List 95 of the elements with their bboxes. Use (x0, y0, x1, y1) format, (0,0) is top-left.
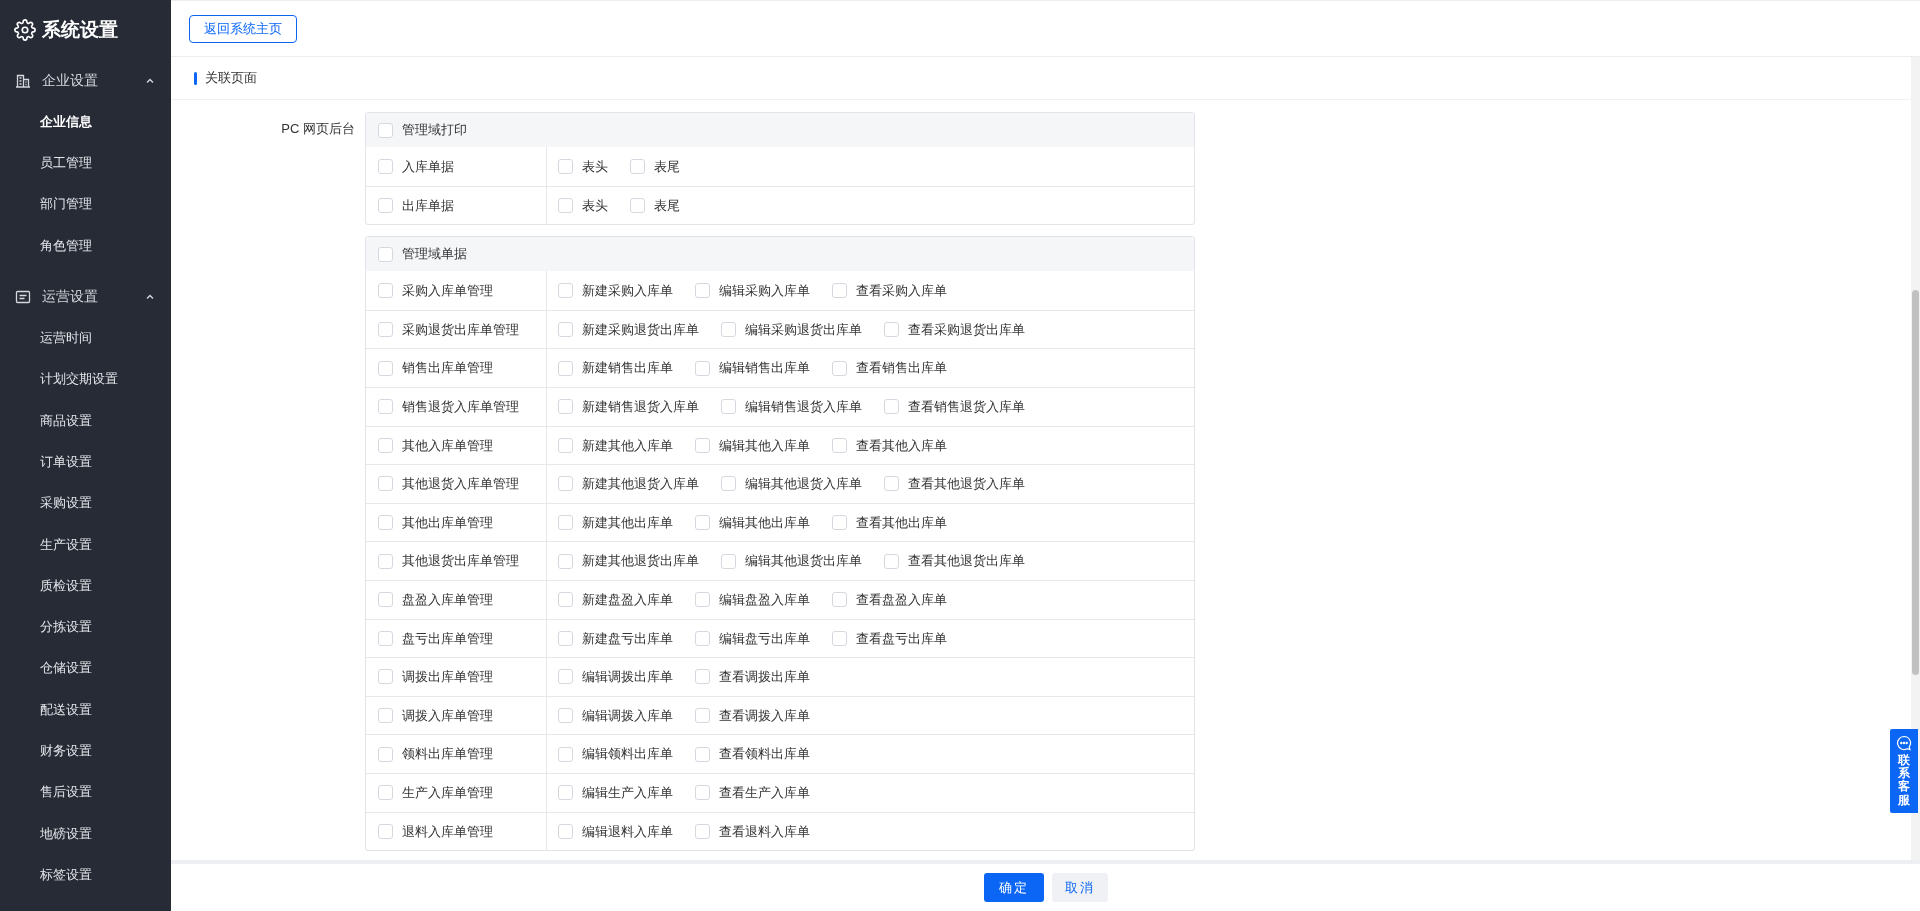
confirm-button[interactable]: 确定 (983, 873, 1044, 902)
checkbox[interactable]: 其他退货出库单管理 (378, 551, 519, 571)
checkbox[interactable]: 盘盈入库单管理 (378, 590, 493, 610)
checkbox[interactable]: 新建其他入库单 (558, 435, 673, 456)
chat-icon (1896, 735, 1912, 751)
form-icon (15, 288, 31, 305)
checkbox[interactable]: 查看调拨入库单 (695, 705, 810, 726)
cancel-button[interactable]: 取消 (1051, 873, 1108, 902)
checkbox[interactable]: 查看盘盈入库单 (832, 590, 947, 610)
settings-icon (14, 19, 36, 41)
sidebar-item[interactable]: 角色管理 (0, 224, 171, 267)
sidebar-item[interactable]: 运营时间 (0, 317, 171, 359)
checkbox[interactable]: 编辑其他出库单 (695, 512, 810, 533)
checkbox[interactable]: 编辑其他退货入库单 (721, 474, 862, 494)
sidebar-item[interactable]: 售后设置 (0, 771, 171, 813)
scrollbar-thumb[interactable] (1912, 290, 1919, 675)
sidebar-group[interactable]: 运营设置 (0, 276, 171, 318)
sidebar-item[interactable]: 标签设置 (0, 854, 171, 896)
checkbox[interactable]: 新建采购退货出库单 (558, 319, 699, 340)
sidebar-item[interactable]: 质检设置 (0, 564, 171, 607)
sidebar-item[interactable]: 订单设置 (0, 441, 171, 483)
sidebar-item[interactable]: 配送设置 (0, 688, 171, 731)
sidebar-item[interactable]: 地磅设置 (0, 812, 171, 855)
checkbox[interactable]: 编辑销售出库单 (695, 358, 810, 378)
checkbox[interactable]: 出库单据 (378, 195, 454, 216)
checkbox[interactable]: 查看其他退货出库单 (884, 551, 1025, 571)
field-label: PC 网页后台 (281, 120, 355, 138)
checkbox[interactable]: 查看其他入库单 (832, 435, 947, 456)
sidebar-item[interactable]: 分拣设置 (0, 606, 171, 648)
checkbox[interactable]: 编辑采购入库单 (695, 280, 810, 301)
checkbox[interactable]: 新建销售退货入库单 (558, 397, 699, 417)
checkbox[interactable]: 退料入库单管理 (378, 821, 493, 842)
checkbox[interactable]: 表尾 (630, 156, 680, 177)
checkbox[interactable]: 采购退货出库单管理 (378, 319, 519, 340)
checkbox[interactable]: 新建其他退货出库单 (558, 551, 699, 571)
sidebar-item[interactable]: 采购设置 (0, 482, 171, 524)
checkbox[interactable]: 领料出库单管理 (378, 744, 493, 764)
checkbox[interactable]: 新建其他出库单 (558, 512, 673, 533)
checkbox[interactable]: 其他出库单管理 (378, 512, 493, 533)
checkbox[interactable]: 其他退货入库单管理 (378, 474, 519, 494)
checkbox[interactable]: 查看盘亏出库单 (832, 628, 947, 649)
checkbox[interactable]: 管理域单据 (378, 244, 467, 264)
checkbox[interactable]: 表尾 (630, 195, 680, 216)
sidebar-item[interactable]: 企业信息 (0, 101, 171, 143)
back-button[interactable]: 返回系统主页 (189, 14, 297, 43)
checkbox[interactable]: 生产入库单管理 (378, 782, 493, 803)
checkbox[interactable]: 查看调拨出库单 (695, 667, 810, 687)
checkbox[interactable]: 编辑调拨出库单 (558, 667, 673, 687)
sidebar-item[interactable]: 员工管理 (0, 142, 171, 184)
checkbox[interactable]: 新建采购入库单 (558, 280, 673, 301)
sidebar-item[interactable]: 部门管理 (0, 183, 171, 225)
checkbox[interactable]: 查看生产入库单 (695, 782, 810, 803)
section-title: 关联页面 (205, 69, 257, 88)
sidebar-item[interactable]: 仓储设置 (0, 647, 171, 689)
checkbox[interactable]: 销售出库单管理 (378, 358, 493, 378)
checkbox[interactable]: 表头 (558, 195, 608, 216)
checkbox[interactable]: 查看其他出库单 (832, 512, 947, 533)
sidebar-group[interactable]: 企业设置 (0, 60, 171, 101)
checkbox[interactable]: 查看领料出库单 (695, 744, 810, 764)
checkbox[interactable]: 查看采购退货出库单 (884, 319, 1025, 340)
checkbox[interactable]: 调拨出库单管理 (378, 667, 493, 687)
sidebar-item[interactable]: 财务设置 (0, 730, 171, 772)
checkbox[interactable]: 查看销售出库单 (832, 358, 947, 378)
checkbox[interactable]: 其他入库单管理 (378, 435, 493, 456)
checkbox[interactable]: 新建盘盈入库单 (558, 590, 673, 610)
checkbox[interactable]: 新建盘亏出库单 (558, 628, 673, 649)
sidebar-item[interactable]: 生产设置 (0, 523, 171, 565)
checkbox[interactable]: 调拨入库单管理 (378, 705, 493, 726)
checkbox[interactable]: 编辑盘盈入库单 (695, 590, 810, 610)
checkbox[interactable]: 编辑其他入库单 (695, 435, 810, 456)
checkbox[interactable]: 查看其他退货入库单 (884, 474, 1025, 494)
checkbox[interactable]: 采购入库单管理 (378, 280, 493, 301)
support-button[interactable]: 联系客服 (1890, 729, 1918, 813)
checkbox[interactable]: 查看采购入库单 (832, 280, 947, 301)
sidebar-title: 系统设置 (42, 17, 118, 42)
checkbox[interactable]: 查看退料入库单 (695, 821, 810, 842)
checkbox[interactable]: 编辑采购退货出库单 (721, 319, 862, 340)
checkbox[interactable]: 编辑生产入库单 (558, 782, 673, 803)
checkbox[interactable]: 编辑退料入库单 (558, 821, 673, 842)
checkbox[interactable]: 新建销售出库单 (558, 358, 673, 378)
checkbox[interactable]: 管理域打印 (378, 120, 467, 140)
checkbox[interactable]: 编辑调拨入库单 (558, 705, 673, 726)
sidebar-item[interactable]: 商品设置 (0, 399, 171, 442)
building-icon (15, 72, 31, 89)
checkbox[interactable]: 编辑其他退货出库单 (721, 551, 862, 571)
checkbox[interactable]: 入库单据 (378, 156, 454, 177)
checkbox[interactable]: 查看销售退货入库单 (884, 397, 1025, 417)
checkbox[interactable]: 编辑盘亏出库单 (695, 628, 810, 649)
sidebar-item[interactable]: 计划交期设置 (0, 358, 171, 400)
checkbox[interactable]: 编辑销售退货入库单 (721, 397, 862, 417)
checkbox[interactable]: 表头 (558, 156, 608, 177)
checkbox[interactable]: 新建其他退货入库单 (558, 474, 699, 494)
checkbox[interactable]: 盘亏出库单管理 (378, 628, 493, 649)
checkbox[interactable]: 销售退货入库单管理 (378, 397, 519, 417)
checkbox[interactable]: 编辑领料出库单 (558, 744, 673, 764)
